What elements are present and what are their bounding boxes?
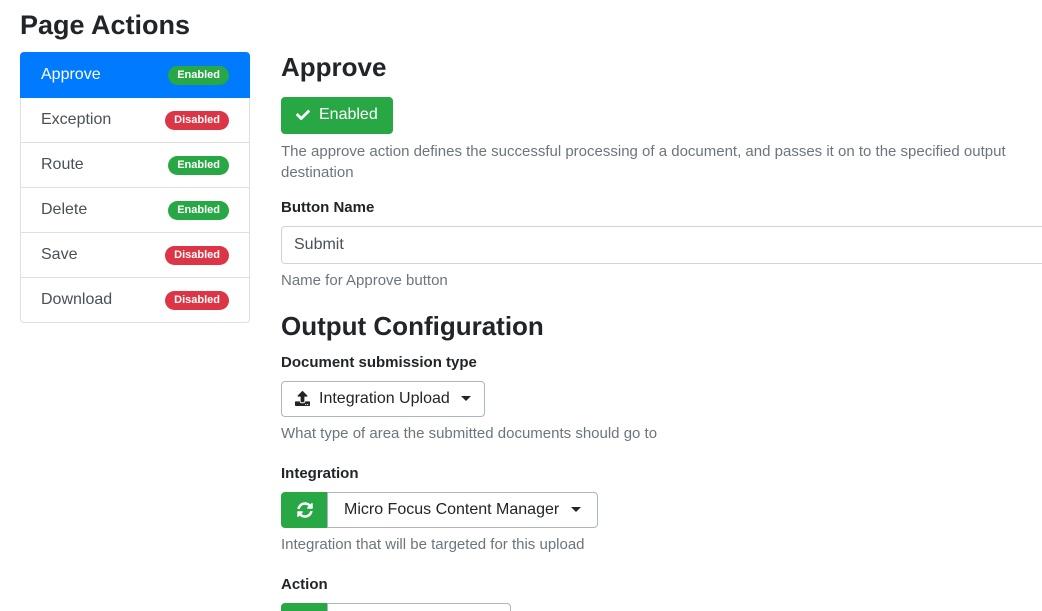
sidebar-item-download[interactable]: Download Disabled — [20, 277, 250, 323]
layout: Approve Enabled Exception Disabled Route… — [20, 52, 1042, 611]
sidebar-item-label: Approve — [41, 66, 101, 84]
status-badge: Disabled — [165, 291, 229, 310]
status-badge: Enabled — [168, 156, 229, 175]
check-icon — [296, 108, 310, 122]
integration-help: Integration that will be targeted for th… — [281, 534, 1042, 555]
status-badge: Enabled — [168, 66, 229, 85]
caret-down-icon — [571, 507, 581, 512]
integration-group: Integration Micro Focus Content Manager … — [281, 465, 1042, 555]
submission-type-dropdown[interactable]: Integration Upload — [281, 381, 485, 417]
page-actions-screen: Page Actions Approve Enabled Exception D… — [0, 0, 1042, 611]
button-name-group: Button Name Name for Approve button — [281, 199, 1042, 291]
action-label: Action — [281, 576, 1042, 593]
action-list: Approve Enabled Exception Disabled Route… — [20, 52, 250, 323]
main-panel: Approve Enabled The approve action defin… — [281, 52, 1042, 611]
status-badge: Enabled — [168, 201, 229, 220]
sidebar-item-label: Delete — [41, 201, 87, 219]
integration-value: Micro Focus Content Manager — [344, 501, 559, 519]
sync-icon — [297, 502, 313, 518]
submission-type-help: What type of area the submitted document… — [281, 423, 1042, 444]
approve-section-title: Approve — [281, 53, 1042, 83]
sidebar-item-label: Download — [41, 291, 112, 309]
enabled-button-label: Enabled — [319, 106, 378, 124]
sidebar-item-route[interactable]: Route Enabled — [20, 142, 250, 188]
action-dropdown[interactable]: Upload Document — [327, 603, 511, 611]
button-name-input[interactable] — [281, 226, 1042, 264]
upload-icon — [295, 391, 310, 406]
output-configuration-title: Output Configuration — [281, 312, 1042, 342]
button-name-label: Button Name — [281, 199, 1042, 216]
sidebar-item-delete[interactable]: Delete Enabled — [20, 187, 250, 233]
sidebar-item-label: Save — [41, 246, 77, 264]
sidebar-item-approve[interactable]: Approve Enabled — [20, 52, 250, 98]
status-badge: Disabled — [165, 111, 229, 130]
submission-type-group: Document submission type Integration Upl… — [281, 354, 1042, 444]
button-name-help: Name for Approve button — [281, 270, 1042, 291]
caret-down-icon — [461, 396, 471, 401]
sidebar-item-save[interactable]: Save Disabled — [20, 232, 250, 278]
sidebar-item-label: Exception — [41, 111, 111, 129]
action-group: Action Upload Document Action to run for… — [281, 576, 1042, 611]
refresh-actions-button[interactable] — [281, 603, 328, 611]
enabled-toggle-button[interactable]: Enabled — [281, 97, 393, 134]
sidebar-item-label: Route — [41, 156, 84, 174]
status-badge: Disabled — [165, 246, 229, 265]
refresh-integrations-button[interactable] — [281, 492, 328, 528]
sidebar-item-exception[interactable]: Exception Disabled — [20, 97, 250, 143]
submission-type-value: Integration Upload — [319, 390, 450, 408]
submission-type-label: Document submission type — [281, 354, 1042, 371]
page-title: Page Actions — [20, 10, 1042, 41]
integration-label: Integration — [281, 465, 1042, 482]
integration-dropdown[interactable]: Micro Focus Content Manager — [327, 492, 598, 528]
approve-description: The approve action defines the successfu… — [281, 141, 1042, 183]
